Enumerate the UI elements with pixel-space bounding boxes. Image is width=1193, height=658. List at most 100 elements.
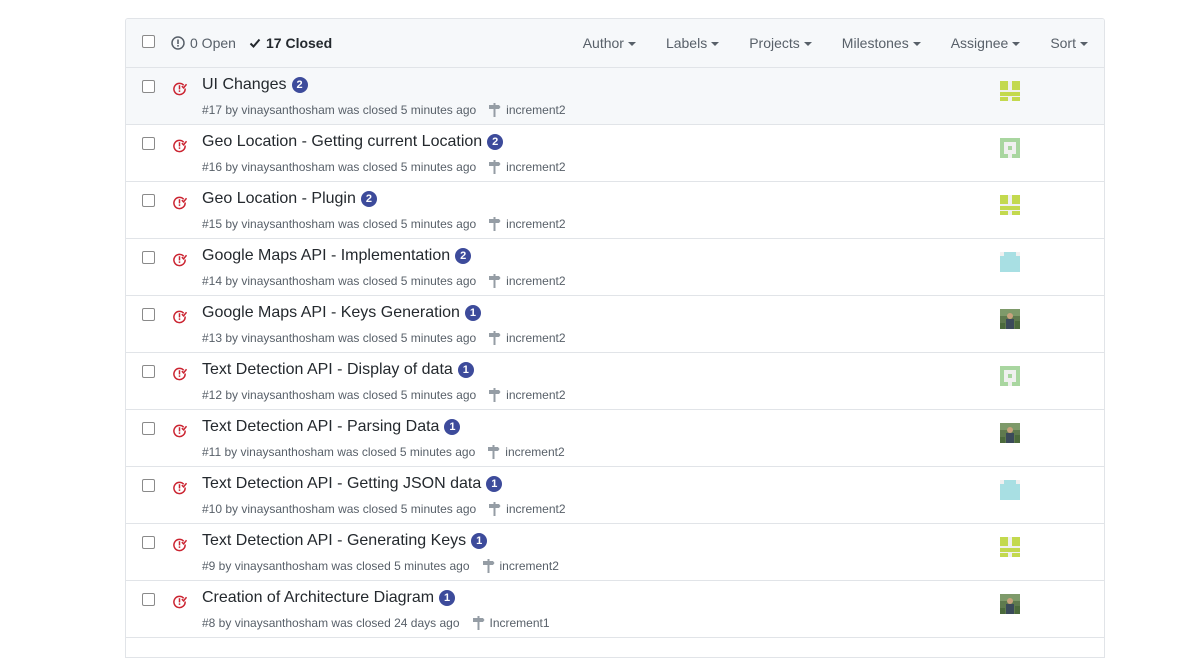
issue-checkbox[interactable]: [142, 194, 155, 207]
issue-row[interactable]: Geo Location - Getting current Location 2…: [126, 125, 1104, 182]
issue-checkbox[interactable]: [142, 422, 155, 435]
assignee-avatar[interactable]: [1000, 309, 1020, 329]
issue-title-link[interactable]: UI Changes 2: [202, 76, 308, 94]
comment-count-badge[interactable]: 2: [487, 134, 504, 150]
issue-title-link[interactable]: Text Detection API - Display of data 1: [202, 361, 474, 379]
milestone-link[interactable]: increment2: [482, 559, 559, 573]
issue-title-link[interactable]: Text Detection API - Getting JSON data 1: [202, 475, 503, 493]
issue-title: Geo Location - Getting current Location: [202, 133, 483, 150]
milestone-link[interactable]: increment2: [488, 502, 566, 516]
issue-row[interactable]: Google Maps API - Implementation 2 #14 by …: [126, 239, 1104, 296]
comment-count-badge[interactable]: 1: [439, 590, 456, 606]
comment-count-badge[interactable]: 1: [457, 362, 474, 378]
milestone-link[interactable]: increment2: [488, 103, 566, 117]
issue-title: Google Maps API - Keys Generation: [202, 304, 460, 321]
labels-filter[interactable]: Labels: [666, 35, 720, 51]
issue-title: Google Maps API - Implementation: [202, 247, 451, 264]
issue-title: Geo Location - Plugin: [202, 190, 356, 207]
issues-panel: 0 Open 17 Closed Author Labels Projects …: [125, 18, 1105, 658]
issue-title-link[interactable]: Google Maps API - Implementation 2: [202, 247, 472, 265]
assignee-filter[interactable]: Assignee: [951, 35, 1021, 51]
issue-checkbox[interactable]: [142, 308, 155, 321]
milestone-icon: [489, 331, 501, 345]
issue-row[interactable]: Text Detection API - Getting JSON data 1 #…: [126, 467, 1104, 524]
author-filter[interactable]: Author: [583, 35, 636, 51]
assignee-avatar[interactable]: [1000, 366, 1020, 386]
issue-row[interactable]: UI Changes 2 #17 by vinaysanthosham was cl…: [126, 68, 1104, 125]
comment-count-badge[interactable]: 1: [486, 476, 503, 492]
milestone-label: increment2: [505, 445, 565, 459]
sort-filter[interactable]: Sort: [1050, 35, 1088, 51]
issue-checkbox[interactable]: [142, 137, 155, 150]
comment-count-badge[interactable]: 2: [291, 77, 308, 93]
issue-meta-text: #8 by vinaysanthosham was closed 24 days…: [202, 616, 460, 630]
assignee-avatar[interactable]: [1000, 252, 1020, 272]
author-filter-label: Author: [582, 35, 624, 51]
sort-filter-label: Sort: [1050, 35, 1076, 51]
milestone-icon: [489, 274, 501, 288]
assignee-avatar[interactable]: [1000, 138, 1020, 158]
issue-meta-text: #12 by vinaysanthosham was closed 5 minu…: [202, 388, 477, 402]
milestone-link[interactable]: increment2: [488, 388, 566, 402]
milestone-link[interactable]: Increment1: [472, 616, 550, 630]
issue-meta: #10 by vinaysanthosham was closed 5 minu…: [202, 502, 566, 516]
issue-title-link[interactable]: Google Maps API - Keys Generation 1: [202, 304, 481, 322]
assignee-avatar[interactable]: [1000, 81, 1020, 101]
issue-checkbox[interactable]: [142, 365, 155, 378]
issue-checkbox[interactable]: [142, 251, 155, 264]
issue-meta: #16 by vinaysanthosham was closed 5 minu…: [202, 160, 566, 174]
projects-filter[interactable]: Projects: [749, 35, 812, 51]
milestone-icon: [489, 502, 501, 516]
comment-count-badge[interactable]: 2: [455, 248, 472, 264]
issue-closed-icon: [173, 595, 187, 609]
assignee-avatar[interactable]: [1000, 480, 1020, 500]
milestone-label: increment2: [506, 388, 566, 402]
issue-title-link[interactable]: Geo Location - Plugin 2: [202, 190, 377, 208]
issue-title-link[interactable]: Text Detection API - Parsing Data 1: [202, 418, 461, 436]
check-icon: [249, 38, 261, 48]
comment-count-badge[interactable]: 2: [360, 191, 377, 207]
comment-count-badge[interactable]: 1: [444, 419, 461, 435]
milestone-link[interactable]: increment2: [488, 217, 566, 231]
issue-checkbox[interactable]: [142, 80, 155, 93]
assignee-avatar[interactable]: [1000, 537, 1020, 557]
milestone-label: increment2: [506, 160, 566, 174]
issue-title-link[interactable]: Creation of Architecture Diagram 1: [202, 589, 456, 607]
issue-title-link[interactable]: Geo Location - Getting current Location 2: [202, 133, 504, 151]
issue-title: Text Detection API - Getting JSON data: [202, 475, 482, 492]
issue-row[interactable]: Creation of Architecture Diagram 1 #8 by v…: [126, 581, 1104, 638]
milestone-link[interactable]: increment2: [488, 274, 566, 288]
milestone-link[interactable]: increment2: [487, 445, 565, 459]
issue-row[interactable]: Google Maps API - Keys Generation 1 #13 by…: [126, 296, 1104, 353]
assignee-avatar[interactable]: [1000, 594, 1020, 614]
closed-issues-tab[interactable]: 17 Closed: [249, 35, 332, 51]
milestone-icon: [489, 388, 501, 402]
issue-row[interactable]: Text Detection API - Generating Keys 1 #9 …: [126, 524, 1104, 581]
milestone-link[interactable]: increment2: [488, 160, 566, 174]
issue-closed-icon: [173, 538, 187, 552]
assignee-avatar[interactable]: [1000, 195, 1020, 215]
projects-filter-label: Projects: [749, 35, 800, 51]
milestones-filter[interactable]: Milestones: [842, 35, 921, 51]
select-all-checkbox[interactable]: [142, 35, 155, 48]
assignee-avatar[interactable]: [1000, 423, 1020, 443]
issue-checkbox[interactable]: [142, 593, 155, 606]
comment-count-badge[interactable]: 1: [464, 305, 481, 321]
issue-row[interactable]: Text Detection API - Display of data 1 #12…: [126, 353, 1104, 410]
issue-meta: #17 by vinaysanthosham was closed 5 minu…: [202, 103, 566, 117]
issue-checkbox[interactable]: [142, 536, 155, 549]
open-issues-tab[interactable]: 0 Open: [171, 35, 236, 51]
milestone-link[interactable]: increment2: [488, 331, 566, 345]
comment-count-badge[interactable]: 1: [471, 533, 488, 549]
issue-row[interactable]: Text Detection API - Parsing Data 1 #11 by…: [126, 410, 1104, 467]
issue-meta: #13 by vinaysanthosham was closed 5 minu…: [202, 331, 566, 345]
issue-closed-icon: [173, 82, 187, 96]
milestone-icon: [489, 217, 501, 231]
milestone-label: increment2: [506, 331, 566, 345]
issue-row[interactable]: Geo Location - Plugin 2 #15 by vinaysantho…: [126, 182, 1104, 239]
issue-meta-text: #9 by vinaysanthosham was closed 5 minut…: [202, 559, 470, 573]
issue-checkbox[interactable]: [142, 479, 155, 492]
issue-title-link[interactable]: Text Detection API - Generating Keys 1: [202, 532, 488, 550]
issue-meta-text: #14 by vinaysanthosham was closed 5 minu…: [202, 274, 477, 288]
milestone-icon: [488, 445, 500, 459]
